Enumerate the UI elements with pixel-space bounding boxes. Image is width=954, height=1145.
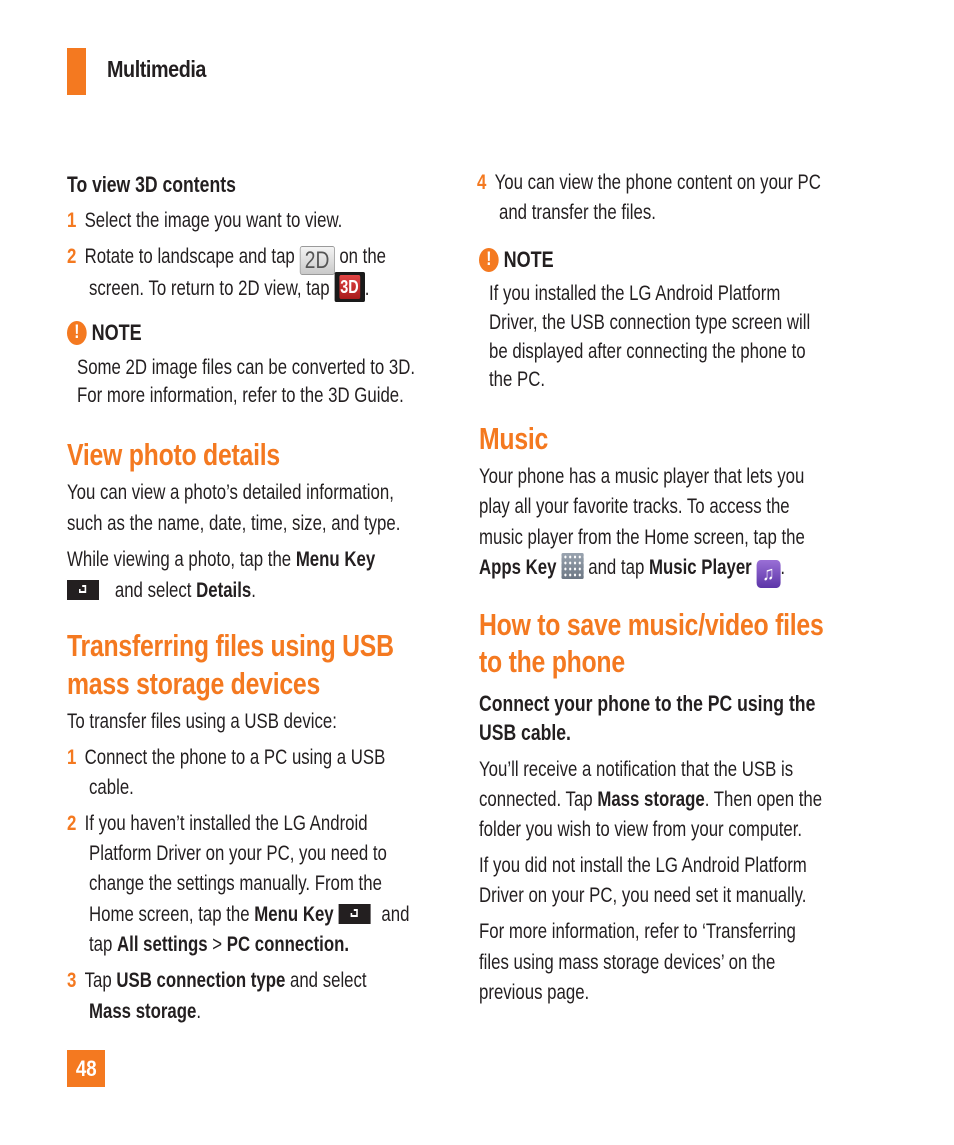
section-title: Multimedia: [107, 56, 207, 82]
step-number: 4: [477, 171, 487, 194]
note-heading: ! NOTE: [479, 247, 554, 273]
save-files-subheading: Connect your phone to the PC using the: [479, 691, 816, 716]
note-text-line: Driver, the USB connection type screen w…: [489, 311, 811, 334]
step-number: 2: [67, 812, 77, 835]
transfer-files-heading-line-1: Transferring files using USB: [67, 628, 394, 663]
save-files-subheading: USB cable.: [479, 720, 571, 745]
transfer-step-3: 3 Tap USB connection type and select: [67, 966, 367, 996]
2d-toggle-icon: 2D: [299, 246, 335, 275]
save-files-text: files using mass storage devices’ on the: [479, 951, 776, 974]
photo-details-text: such as the name, date, time, size, and …: [67, 512, 401, 535]
note-text-line: be displayed after connecting the phone …: [489, 340, 806, 363]
note-text-line: Some 2D image files can be converted to …: [77, 356, 416, 379]
view-3d-step-2-cont: screen. To return to 2D view, tap 3D.: [89, 272, 369, 304]
transfer-step-4-cont: and transfer the files.: [499, 201, 656, 224]
transfer-step-3-cont: Mass storage.: [89, 1000, 202, 1023]
photo-details-instructions-cont: and select Details.: [67, 576, 256, 606]
3d-toggle-icon: 3D: [334, 272, 365, 302]
exclamation-icon: !: [67, 321, 87, 345]
transfer-step-2-line: change the settings manually. From the: [89, 872, 382, 895]
transfer-step-4: 4 You can view the phone content on your …: [477, 168, 821, 198]
note-text-line: the PC.: [489, 368, 546, 391]
view-3d-step-2: 2 Rotate to landscape and tap 2D on the: [67, 242, 386, 275]
save-files-heading-line-2: to the phone: [479, 644, 625, 679]
note-heading: ! NOTE: [67, 320, 142, 346]
note-text-line: If you installed the LG Android Platform: [489, 282, 781, 305]
page-number-badge: 48: [67, 1050, 105, 1087]
save-files-text: connected. Tap Mass storage. Then open t…: [479, 788, 823, 811]
note-text-line: For more information, refer to the 3D Gu…: [77, 384, 404, 407]
music-text-line: play all your favorite tracks. To access…: [479, 495, 790, 518]
step-number: 3: [67, 969, 77, 992]
transfer-files-heading-line-2: mass storage devices: [67, 666, 320, 701]
save-files-heading-line-1: How to save music/video files: [479, 607, 824, 642]
music-heading: Music: [479, 421, 549, 456]
transfer-intro: To transfer files using a USB device:: [67, 710, 337, 733]
step-number: 2: [67, 245, 77, 268]
header-accent-bar: [67, 48, 86, 95]
transfer-step-2-line: Home screen, tap the Menu Key and: [89, 903, 410, 926]
photo-details-text: You can view a photo’s detailed informat…: [67, 481, 394, 504]
menu-key-icon: [67, 580, 99, 600]
transfer-step-1-cont: cable.: [89, 776, 134, 799]
exclamation-icon: !: [479, 248, 499, 272]
transfer-step-1: 1 Connect the phone to a PC using a USB: [67, 743, 385, 773]
music-text-line: Your phone has a music player that lets …: [479, 465, 805, 488]
photo-details-instructions: While viewing a photo, tap the Menu Key: [67, 548, 376, 571]
step-number: 1: [67, 209, 77, 232]
save-files-text: For more information, refer to ‘Transfer…: [479, 920, 796, 943]
transfer-step-2-line: tap All settings > PC connection.: [89, 933, 350, 956]
view-photo-details-heading: View photo details: [67, 437, 280, 472]
music-player-icon: ♫: [756, 560, 781, 588]
apps-key-icon: [561, 553, 584, 579]
save-files-text: You’ll receive a notification that the U…: [479, 758, 794, 781]
music-text-line: music player from the Home screen, tap t…: [479, 526, 805, 549]
save-files-text: folder you wish to view from your comput…: [479, 818, 803, 841]
save-files-text: Driver on your PC, you need set it manua…: [479, 884, 807, 907]
save-files-text: previous page.: [479, 981, 590, 1004]
view-3d-step-1: 1 Select the image you want to view.: [67, 206, 342, 236]
save-files-text: If you did not install the LG Android Pl…: [479, 854, 807, 877]
step-number: 1: [67, 746, 77, 769]
music-text-line: Apps Key and tap Music Player ♫.: [479, 553, 785, 588]
transfer-step-2: 2 If you haven’t installed the LG Android: [67, 809, 368, 839]
transfer-step-2-line: Platform Driver on your PC, you need to: [89, 842, 387, 865]
view-3d-heading: To view 3D contents: [67, 172, 236, 197]
menu-key-icon: [338, 904, 371, 924]
